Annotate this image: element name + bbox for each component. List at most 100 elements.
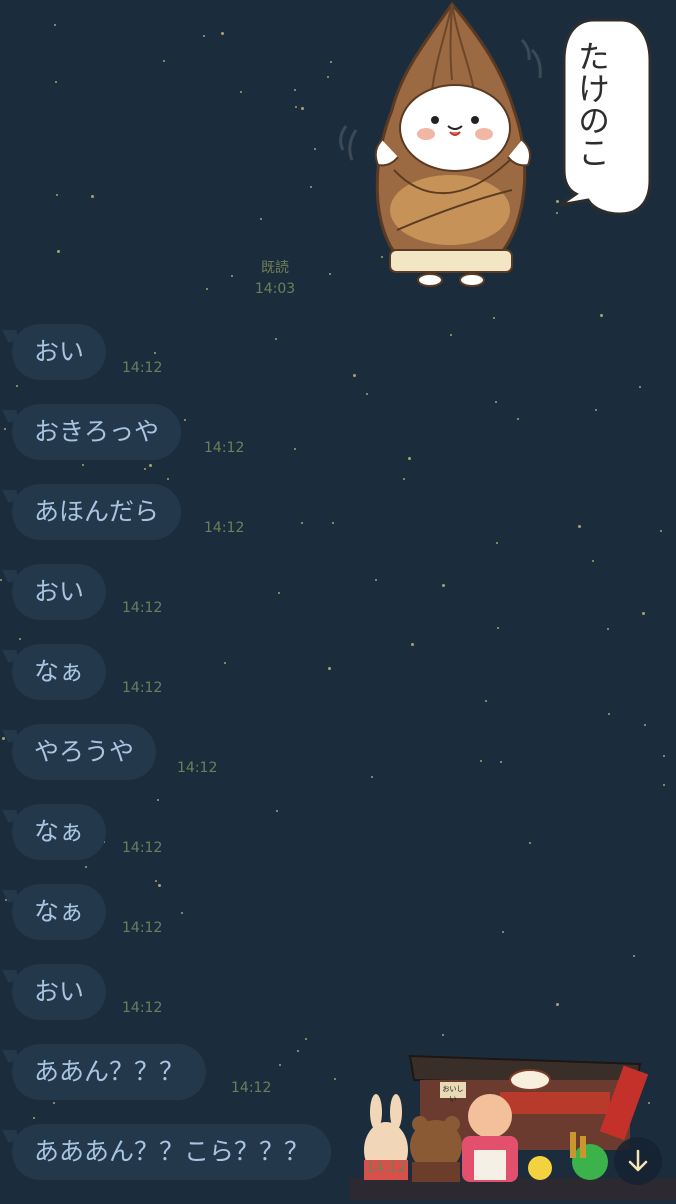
star-dot (366, 393, 368, 395)
message-bubble[interactable]: おい (12, 964, 107, 1020)
message-bubble[interactable]: おきろっや (12, 404, 182, 460)
star-dot (294, 89, 296, 91)
star-dot (644, 724, 646, 726)
star-dot (493, 317, 495, 319)
star-dot (57, 250, 60, 253)
star-dot (294, 448, 296, 450)
message-bubble[interactable]: なぁ (12, 804, 107, 860)
star-dot (19, 638, 21, 640)
star-dot (502, 931, 504, 933)
star-dot (639, 386, 641, 388)
star-dot (329, 273, 331, 275)
message-time: 14:12 (231, 1080, 272, 1096)
star-dot (54, 24, 56, 26)
star-dot (408, 457, 411, 460)
star-dot (578, 525, 581, 528)
star-dot (224, 662, 226, 664)
star-dot (260, 218, 262, 220)
message-time: 14:12 (122, 600, 163, 616)
star-dot (301, 522, 303, 524)
star-dot (334, 1078, 336, 1080)
star-dot (154, 352, 156, 354)
message-bubble[interactable]: なぁ (12, 884, 107, 940)
bamboo-shoot-seal-sticker[interactable]: たけのこ (332, 0, 662, 290)
message-time: 14:12 (122, 360, 163, 376)
star-dot (328, 667, 331, 670)
arrow-down-icon (628, 1149, 648, 1172)
star-dot (442, 1034, 444, 1036)
scroll-to-bottom-button[interactable] (614, 1137, 662, 1185)
star-dot (663, 784, 665, 786)
star-dot (144, 468, 146, 470)
star-dot (55, 81, 57, 83)
star-dot (556, 1003, 559, 1006)
message-bubble[interactable]: あほんだら (12, 484, 182, 540)
star-dot (496, 542, 498, 544)
star-dot (442, 584, 445, 587)
star-dot (275, 338, 277, 340)
star-dot (642, 612, 645, 615)
star-dot (371, 776, 373, 778)
star-dot (608, 713, 610, 715)
message-bubble[interactable]: あああん？？こら？？？ (12, 1124, 332, 1180)
star-dot (607, 628, 609, 630)
message-bubble[interactable]: なぁ (12, 644, 107, 700)
message-bubble[interactable]: おい (12, 564, 107, 620)
message-time: 14:12 (122, 680, 163, 696)
message-bubble[interactable]: やろうや (12, 724, 157, 780)
star-dot (517, 418, 519, 420)
star-dot (295, 106, 297, 108)
star-dot (495, 401, 497, 403)
message-time: 14:12 (366, 1160, 407, 1176)
star-dot (500, 761, 502, 763)
star-dot (158, 884, 161, 887)
star-dot (497, 627, 499, 629)
message-time: 14:12 (177, 760, 218, 776)
star-dot (375, 579, 377, 581)
star-dot (231, 275, 233, 277)
star-dot (163, 60, 165, 62)
message-time: 14:12 (122, 920, 163, 936)
read-label: 既読 (261, 260, 289, 276)
star-dot (33, 1117, 35, 1119)
star-dot (221, 32, 224, 35)
star-dot (167, 478, 169, 480)
message-time: 14:12 (204, 520, 245, 536)
stall-sign: おいしい (442, 1085, 464, 1103)
star-dot (2, 737, 5, 740)
star-dot (203, 35, 205, 37)
star-dot (279, 1064, 281, 1066)
star-dot (305, 1038, 307, 1040)
star-dot (411, 643, 414, 646)
star-dot (595, 409, 597, 411)
star-dot (403, 478, 405, 480)
sticker-image (339, 1, 652, 287)
star-dot (240, 91, 242, 93)
star-dot (56, 194, 58, 196)
read-receipt: 既読 14:03 (250, 258, 300, 300)
star-dot (663, 755, 665, 757)
star-dot (600, 314, 603, 317)
star-dot (660, 530, 662, 532)
message-time: 14:12 (122, 1000, 163, 1016)
star-dot (278, 592, 280, 594)
star-dot (332, 522, 334, 524)
star-dot (485, 700, 487, 702)
star-dot (633, 955, 635, 957)
star-dot (297, 1050, 299, 1052)
star-dot (276, 810, 278, 812)
star-dot (480, 760, 482, 762)
star-dot (16, 385, 18, 387)
message-bubble[interactable]: おい (12, 324, 107, 380)
star-dot (85, 866, 87, 868)
message-time: 14:12 (204, 440, 245, 456)
message-time: 14:12 (122, 840, 163, 856)
star-dot (82, 464, 84, 466)
star-dot (91, 195, 94, 198)
star-dot (0, 579, 2, 581)
star-dot (353, 374, 356, 377)
star-dot (206, 288, 208, 290)
message-bubble[interactable]: ああん？？？ (12, 1044, 207, 1100)
star-dot (310, 186, 312, 188)
star-dot (149, 464, 152, 467)
